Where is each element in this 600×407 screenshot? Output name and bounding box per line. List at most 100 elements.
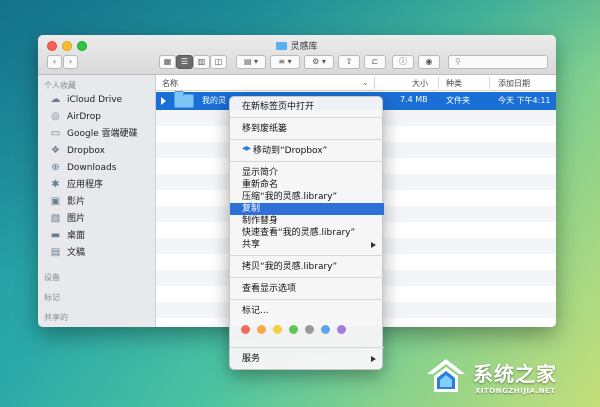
menu-separator bbox=[230, 161, 384, 162]
info-icon: ⓘ bbox=[399, 57, 407, 66]
menu-separator bbox=[230, 117, 384, 118]
disclosure-triangle-icon[interactable] bbox=[161, 97, 166, 105]
column-date-header[interactable]: 添加日期 bbox=[498, 78, 530, 89]
sort-button[interactable]: ≡ ▾ bbox=[270, 55, 300, 69]
forward-button[interactable]: › bbox=[63, 55, 78, 69]
column-view-button[interactable]: ▥ bbox=[193, 55, 210, 69]
window-title-text: 灵感库 bbox=[290, 42, 318, 52]
menu-item-compress[interactable]: 压缩“我的灵感.library” bbox=[230, 191, 384, 203]
icon-view-icon: ▦ bbox=[163, 57, 172, 66]
tag-color-purple[interactable] bbox=[337, 325, 346, 334]
list-view-icon: ☰ bbox=[180, 57, 189, 66]
sidebar-header-shared: 共享的 bbox=[44, 313, 68, 322]
sidebar-item-icloud[interactable]: ☁ iCloud Drive bbox=[38, 92, 156, 108]
column-view-icon: ▥ bbox=[197, 57, 206, 66]
sidebar-item-label: Downloads bbox=[67, 163, 117, 173]
watermark-subtitle: XITONGZHIJIA.NET bbox=[475, 387, 556, 395]
watermark-title: 系统之家 bbox=[473, 362, 557, 386]
watermark: 系统之家 XITONGZHIJIA.NET bbox=[425, 354, 595, 404]
grid-arrange-icon: ▤ ▾ bbox=[243, 57, 259, 66]
pictures-icon: ▧ bbox=[50, 213, 61, 224]
file-kind: 文件夹 bbox=[446, 96, 470, 105]
search-icon: ⚲ bbox=[455, 57, 461, 66]
menu-item-make-alias[interactable]: 制作替身 bbox=[230, 215, 384, 227]
sidebar-header-devices: 设备 bbox=[44, 273, 60, 282]
documents-icon: ▤ bbox=[50, 247, 61, 258]
column-divider bbox=[374, 77, 375, 89]
menu-item-quick-look[interactable]: 快速查看“我的灵感.library” bbox=[230, 227, 384, 239]
menu-item-get-info[interactable]: 显示简介 bbox=[230, 167, 384, 179]
sort-chevron-icon: ⌄ bbox=[362, 78, 369, 87]
file-size: 7.4 MB bbox=[400, 95, 428, 104]
menu-item-duplicate[interactable]: 复制 bbox=[230, 203, 384, 215]
sidebar-item-desktop[interactable]: ▬ 桌面 bbox=[38, 228, 156, 244]
cover-flow-button[interactable]: ◫ bbox=[210, 55, 227, 69]
file-date: 今天 下午4:11 bbox=[498, 96, 551, 105]
menu-item-show-view-options[interactable]: 查看显示选项 bbox=[230, 283, 384, 295]
menu-item-move-to-dropbox[interactable]: 移动到“Dropbox” bbox=[230, 145, 384, 157]
back-button[interactable]: ‹ bbox=[47, 55, 62, 69]
icon-view-button[interactable]: ▦ bbox=[159, 55, 176, 69]
eye-icon: ◉ bbox=[425, 57, 433, 66]
tag-color-red[interactable] bbox=[241, 325, 250, 334]
tag-button[interactable]: ⊏ bbox=[364, 55, 386, 69]
sidebar-item-documents[interactable]: ▤ 文稿 bbox=[38, 245, 156, 261]
sort-lines-icon: ≡ ▾ bbox=[278, 57, 292, 66]
column-kind-header[interactable]: 种类 bbox=[446, 78, 462, 89]
column-header: 名称 ⌄ 大小 种类 添加日期 bbox=[156, 75, 556, 91]
sidebar-header-favorites: 个人收藏 bbox=[44, 81, 76, 90]
chevron-right-icon: › bbox=[68, 57, 73, 66]
folder-tag-icon: ⊏ bbox=[371, 57, 379, 66]
movies-icon: ▣ bbox=[50, 196, 61, 207]
sidebar-item-google-drive[interactable]: ▭ Google 雲端硬碟 bbox=[38, 126, 156, 142]
menu-item-share[interactable]: 共享 bbox=[230, 239, 384, 251]
submenu-arrow-icon bbox=[371, 356, 376, 362]
action-button[interactable]: ⚙ ▾ bbox=[304, 55, 334, 69]
file-name: 我的灵 bbox=[202, 96, 226, 105]
sidebar-header-tags: 标记 bbox=[44, 293, 60, 302]
submenu-arrow-icon bbox=[371, 242, 376, 248]
quick-look-button[interactable]: ◉ bbox=[418, 55, 440, 69]
menu-item-tags[interactable]: 标记... bbox=[230, 305, 384, 317]
column-divider bbox=[438, 77, 439, 89]
menu-separator bbox=[230, 139, 384, 140]
menu-item-open-in-new-tab[interactable]: 在新标签页中打开 bbox=[230, 101, 384, 113]
sidebar-item-movies[interactable]: ▣ 影片 bbox=[38, 194, 156, 210]
chevron-left-icon: ‹ bbox=[52, 57, 57, 66]
desktop-icon: ▬ bbox=[50, 230, 61, 241]
airdrop-icon: ◎ bbox=[51, 111, 60, 122]
column-divider bbox=[489, 77, 490, 89]
tag-color-gray[interactable] bbox=[305, 325, 314, 334]
gear-icon: ⚙ ▾ bbox=[312, 57, 326, 66]
arrange-button[interactable]: ▤ ▾ bbox=[236, 55, 266, 69]
sidebar-item-downloads[interactable]: ⊕ Downloads bbox=[38, 160, 156, 176]
menu-item-copy[interactable]: 拷贝“我的灵感.library” bbox=[230, 261, 384, 273]
column-size-header[interactable]: 大小 bbox=[412, 78, 428, 89]
search-field[interactable]: ⚲ bbox=[448, 55, 548, 69]
window-title: 灵感库 bbox=[38, 39, 556, 52]
tag-color-yellow[interactable] bbox=[273, 325, 282, 334]
sidebar-item-label: Google 雲端硬碟 bbox=[67, 129, 138, 139]
folder-icon bbox=[174, 91, 194, 108]
share-button[interactable]: ⇧ bbox=[338, 55, 360, 69]
sidebar-item-applications[interactable]: ✱ 应用程序 bbox=[38, 177, 156, 193]
title-bar: 灵感库 ‹ › ▦ ☰ ▥ ◫ ▤ ▾ ≡ ▾ ⚙ ▾ ⇧ ⊏ ⓘ ◉ ⚲ bbox=[38, 35, 556, 75]
sidebar-item-dropbox[interactable]: ❖ Dropbox bbox=[38, 143, 156, 159]
menu-item-services[interactable]: 服务 bbox=[230, 353, 384, 365]
sidebar: 个人收藏 ☁ iCloud Drive ◎ AirDrop ▭ Google 雲… bbox=[38, 75, 156, 327]
sidebar-item-pictures[interactable]: ▧ 图片 bbox=[38, 211, 156, 227]
sidebar-item-label: 图片 bbox=[67, 214, 86, 224]
folder-icon: ▭ bbox=[50, 128, 61, 139]
info-button[interactable]: ⓘ bbox=[392, 55, 414, 69]
tag-color-green[interactable] bbox=[289, 325, 298, 334]
house-logo-icon bbox=[427, 359, 465, 392]
tag-color-orange[interactable] bbox=[257, 325, 266, 334]
menu-item-move-to-trash[interactable]: 移到废纸篓 bbox=[230, 123, 384, 135]
download-icon: ⊕ bbox=[51, 162, 60, 173]
list-view-button[interactable]: ☰ bbox=[176, 55, 193, 69]
column-name-header[interactable]: 名称 bbox=[162, 78, 178, 89]
menu-item-rename[interactable]: 重新命名 bbox=[230, 179, 384, 191]
sidebar-item-airdrop[interactable]: ◎ AirDrop bbox=[38, 109, 156, 125]
tag-color-blue[interactable] bbox=[321, 325, 330, 334]
menu-separator bbox=[230, 255, 384, 256]
